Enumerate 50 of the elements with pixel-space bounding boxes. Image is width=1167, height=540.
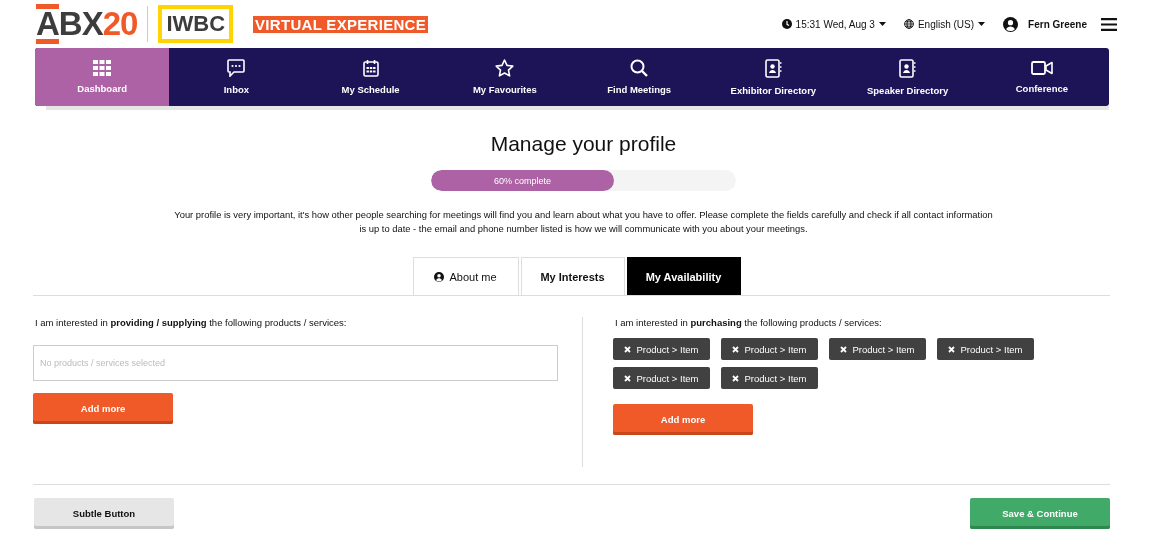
- section-heading: I am interested in purchasing the following products / services:: [615, 317, 882, 328]
- nav-item[interactable]: Inbox: [169, 48, 304, 106]
- product-tag[interactable]: Product > Item: [613, 338, 710, 360]
- product-tag[interactable]: Product > Item: [937, 338, 1034, 360]
- nav-item[interactable]: Conference: [974, 48, 1109, 106]
- user-name[interactable]: Fern Greene: [1028, 18, 1087, 30]
- nav-item[interactable]: My Schedule: [303, 48, 438, 106]
- menu-icon[interactable]: [1101, 17, 1117, 31]
- remove-icon: [624, 374, 632, 382]
- product-tag[interactable]: Product > Item: [721, 367, 818, 389]
- calendar-icon: [362, 59, 379, 77]
- remove-icon: [624, 345, 632, 353]
- tab[interactable]: About me: [412, 257, 519, 295]
- remove-icon: [840, 345, 848, 353]
- remove-icon: [732, 374, 740, 382]
- product-tag[interactable]: Product > Item: [613, 367, 710, 389]
- tab[interactable]: My Availability: [626, 257, 741, 295]
- nav-item[interactable]: My Favourites: [437, 48, 572, 106]
- nav-item[interactable]: Speaker Directory: [840, 48, 975, 106]
- page-title: Manage your profile: [489, 132, 678, 156]
- caret-icon: [978, 22, 986, 26]
- abx-logo: ABX20: [36, 4, 138, 44]
- search-icon: [630, 59, 649, 77]
- contact-book-icon: [899, 58, 917, 78]
- nav-item[interactable]: Exhibitor Directory: [706, 48, 841, 106]
- progress-label: 60% complete: [493, 175, 551, 186]
- globe-icon: [903, 19, 914, 29]
- intro-paragraph: Your profile is very important, it's how other people searching for meetings will find you and learn about what you have to offer. Please complete the fields carefully and check if all contact information is up to date - the email and phone number listed is how we will communicate with you about your meetings.: [173, 208, 994, 235]
- clock-icon: [781, 19, 792, 29]
- tagline-logo: VIRTUAL EXPERIENCE: [253, 15, 429, 33]
- section-heading: I am interested in providing / supplying the following products / services:: [35, 317, 347, 328]
- clock-dropdown[interactable]: 15:31 Wed, Aug 3: [781, 18, 886, 30]
- nav-item[interactable]: Dashboard: [35, 48, 170, 106]
- remove-icon: [732, 345, 740, 353]
- remove-icon: [948, 345, 956, 353]
- chat-icon: [227, 59, 246, 77]
- product-tag[interactable]: Product > Item: [829, 338, 926, 360]
- product-tag[interactable]: Product > Item: [721, 338, 818, 360]
- grid-icon: [93, 60, 112, 76]
- subtle-button[interactable]: Subtle Button: [34, 498, 174, 529]
- contact-book-icon: [764, 58, 782, 78]
- tab[interactable]: My Interests: [520, 257, 625, 295]
- nav-item[interactable]: Find Meetings: [572, 48, 707, 106]
- video-camera-icon: [1030, 60, 1053, 76]
- avatar-icon[interactable]: [1003, 16, 1019, 32]
- language-dropdown[interactable]: English (US): [903, 18, 986, 30]
- star-icon: [495, 59, 515, 77]
- user-icon: [434, 271, 445, 282]
- iwbc-logo: IWBC: [158, 5, 234, 43]
- caret-icon: [878, 22, 886, 26]
